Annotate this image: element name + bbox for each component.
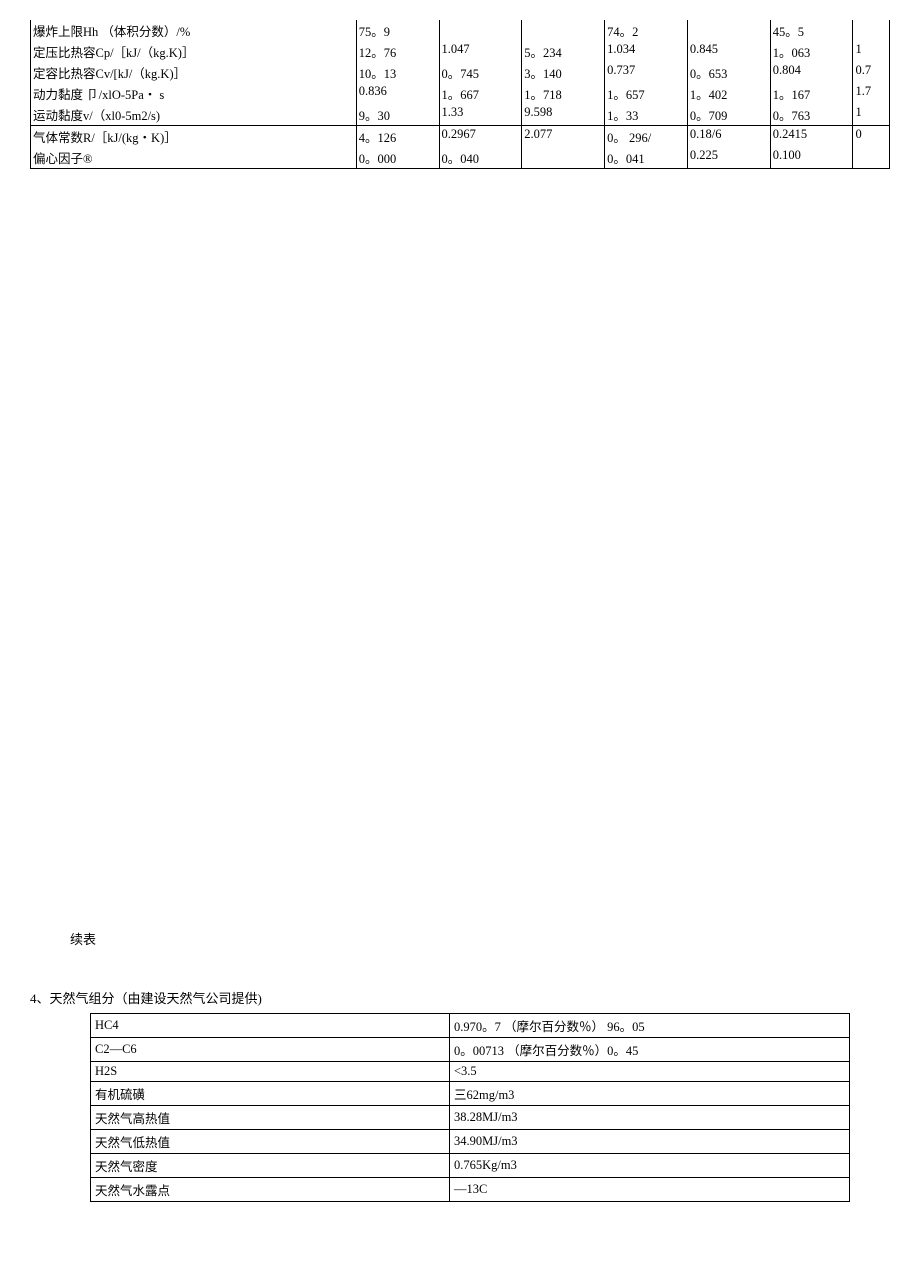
cell: 1: [853, 104, 890, 126]
gas-value: 0.970。7 （摩尔百分数％） 96。05: [450, 1014, 850, 1038]
cell: 1。063: [770, 41, 853, 62]
cell: 1。402: [687, 83, 770, 104]
cell: 75。9: [356, 20, 439, 41]
cell: 4。126: [356, 126, 439, 147]
natural-gas-composition-table: HC4 0.970。7 （摩尔百分数％） 96。05 C2—C6 0。00713…: [90, 1013, 850, 1202]
table-row: 天然气密度 0.765Kg/m3: [91, 1154, 850, 1178]
table-row: 天然气高热值 38.28MJ/m3: [91, 1106, 850, 1130]
gas-key: H2S: [91, 1062, 450, 1082]
table-row: H2S <3.5: [91, 1062, 850, 1082]
cell: 1.034: [605, 41, 688, 62]
cell: 0。000: [356, 147, 439, 169]
cell: 1.7: [853, 83, 890, 104]
cell: 0.804: [770, 62, 853, 83]
cell: 0。763: [770, 104, 853, 126]
table-row: 气体常数R/［kJ/(kg・K)］ 4。126 0.2967 2.077 0。 …: [31, 126, 890, 147]
section-4-heading: 4、天然气组分（由建设天然气公司提供): [30, 988, 890, 1007]
cell: 0.18/6: [687, 126, 770, 147]
cell: 5。234: [522, 41, 605, 62]
row-label: 气体常数R/［kJ/(kg・K)］: [31, 126, 357, 147]
cell: 0.2967: [439, 126, 522, 147]
table-row: 偏心因子® 0。000 0。040 0。041 0.225 0.100: [31, 147, 890, 169]
cell: 0。745: [439, 62, 522, 83]
table-row: HC4 0.970。7 （摩尔百分数％） 96。05: [91, 1014, 850, 1038]
cell: [522, 147, 605, 169]
table-row: 有机硫磺 三62mg/m3: [91, 1082, 850, 1106]
gas-value: 0。00713 （摩尔百分数％）0。45: [450, 1038, 850, 1062]
gas-value: 38.28MJ/m3: [450, 1106, 850, 1130]
cell: 0。709: [687, 104, 770, 126]
continuation-label: 续表: [70, 929, 890, 948]
gas-key: HC4: [91, 1014, 450, 1038]
gas-key: 有机硫磺: [91, 1082, 450, 1106]
cell: [853, 20, 890, 41]
cell: 3。140: [522, 62, 605, 83]
cell: 9。30: [356, 104, 439, 126]
gas-value: 三62mg/m3: [450, 1082, 850, 1106]
cell: 1。33: [605, 104, 688, 126]
gas-key: C2—C6: [91, 1038, 450, 1062]
row-label: 定容比热容Cv/[kJ/（kg.K)］: [31, 62, 357, 83]
row-label: 爆炸上限Hh （体积分数）/%: [31, 20, 357, 41]
cell: 0.2415: [770, 126, 853, 147]
row-label: 运动黏度v/（xl0-5m2/s): [31, 104, 357, 126]
cell: 12。76: [356, 41, 439, 62]
table-row: 天然气低热值 34.90MJ/m3: [91, 1130, 850, 1154]
table-row: 运动黏度v/（xl0-5m2/s) 9。30 1.33 9.598 1。33 0…: [31, 104, 890, 126]
cell: 0。653: [687, 62, 770, 83]
cell: 2.077: [522, 126, 605, 147]
gas-key: 天然气水露点: [91, 1178, 450, 1202]
cell: 1.047: [439, 41, 522, 62]
cell: 9.598: [522, 104, 605, 126]
table-row: 动力黏度 卩/xlO-5Pa・ s 0.836 1。667 1。718 1。65…: [31, 83, 890, 104]
table-row: 定压比热容Cp/［kJ/（kg.K)］ 12。76 1.047 5。234 1.…: [31, 41, 890, 62]
cell: 10。13: [356, 62, 439, 83]
cell: 0.225: [687, 147, 770, 169]
gas-value: 0.765Kg/m3: [450, 1154, 850, 1178]
cell: 0.737: [605, 62, 688, 83]
cell: [853, 147, 890, 169]
cell: 0.845: [687, 41, 770, 62]
cell: 0.100: [770, 147, 853, 169]
row-label: 偏心因子®: [31, 147, 357, 169]
gas-key: 天然气密度: [91, 1154, 450, 1178]
cell: 1。167: [770, 83, 853, 104]
cell: [522, 20, 605, 41]
gas-value: —13C: [450, 1178, 850, 1202]
gas-key: 天然气高热值: [91, 1106, 450, 1130]
cell: 1。718: [522, 83, 605, 104]
cell: 1: [853, 41, 890, 62]
cell: 0.7: [853, 62, 890, 83]
cell: 0。041: [605, 147, 688, 169]
table-row: 定容比热容Cv/[kJ/（kg.K)］ 10。13 0。745 3。140 0.…: [31, 62, 890, 83]
cell: 45。5: [770, 20, 853, 41]
gas-value: 34.90MJ/m3: [450, 1130, 850, 1154]
cell: 0。040: [439, 147, 522, 169]
cell: 0。 296/: [605, 126, 688, 147]
cell: 1。667: [439, 83, 522, 104]
cell: [687, 20, 770, 41]
cell: [439, 20, 522, 41]
gas-key: 天然气低热值: [91, 1130, 450, 1154]
cell: 0.836: [356, 83, 439, 104]
cell: 1。657: [605, 83, 688, 104]
row-label: 动力黏度 卩/xlO-5Pa・ s: [31, 83, 357, 104]
gas-value: <3.5: [450, 1062, 850, 1082]
table-row: C2—C6 0。00713 （摩尔百分数％）0。45: [91, 1038, 850, 1062]
cell: 1.33: [439, 104, 522, 126]
cell: 0: [853, 126, 890, 147]
cell: 74。2: [605, 20, 688, 41]
row-label: 定压比热容Cp/［kJ/（kg.K)］: [31, 41, 357, 62]
table-row: 天然气水露点 —13C: [91, 1178, 850, 1202]
properties-table: 爆炸上限Hh （体积分数）/% 75。9 74。2 45。5 定压比热容Cp/［…: [30, 20, 890, 169]
table-row: 爆炸上限Hh （体积分数）/% 75。9 74。2 45。5: [31, 20, 890, 41]
